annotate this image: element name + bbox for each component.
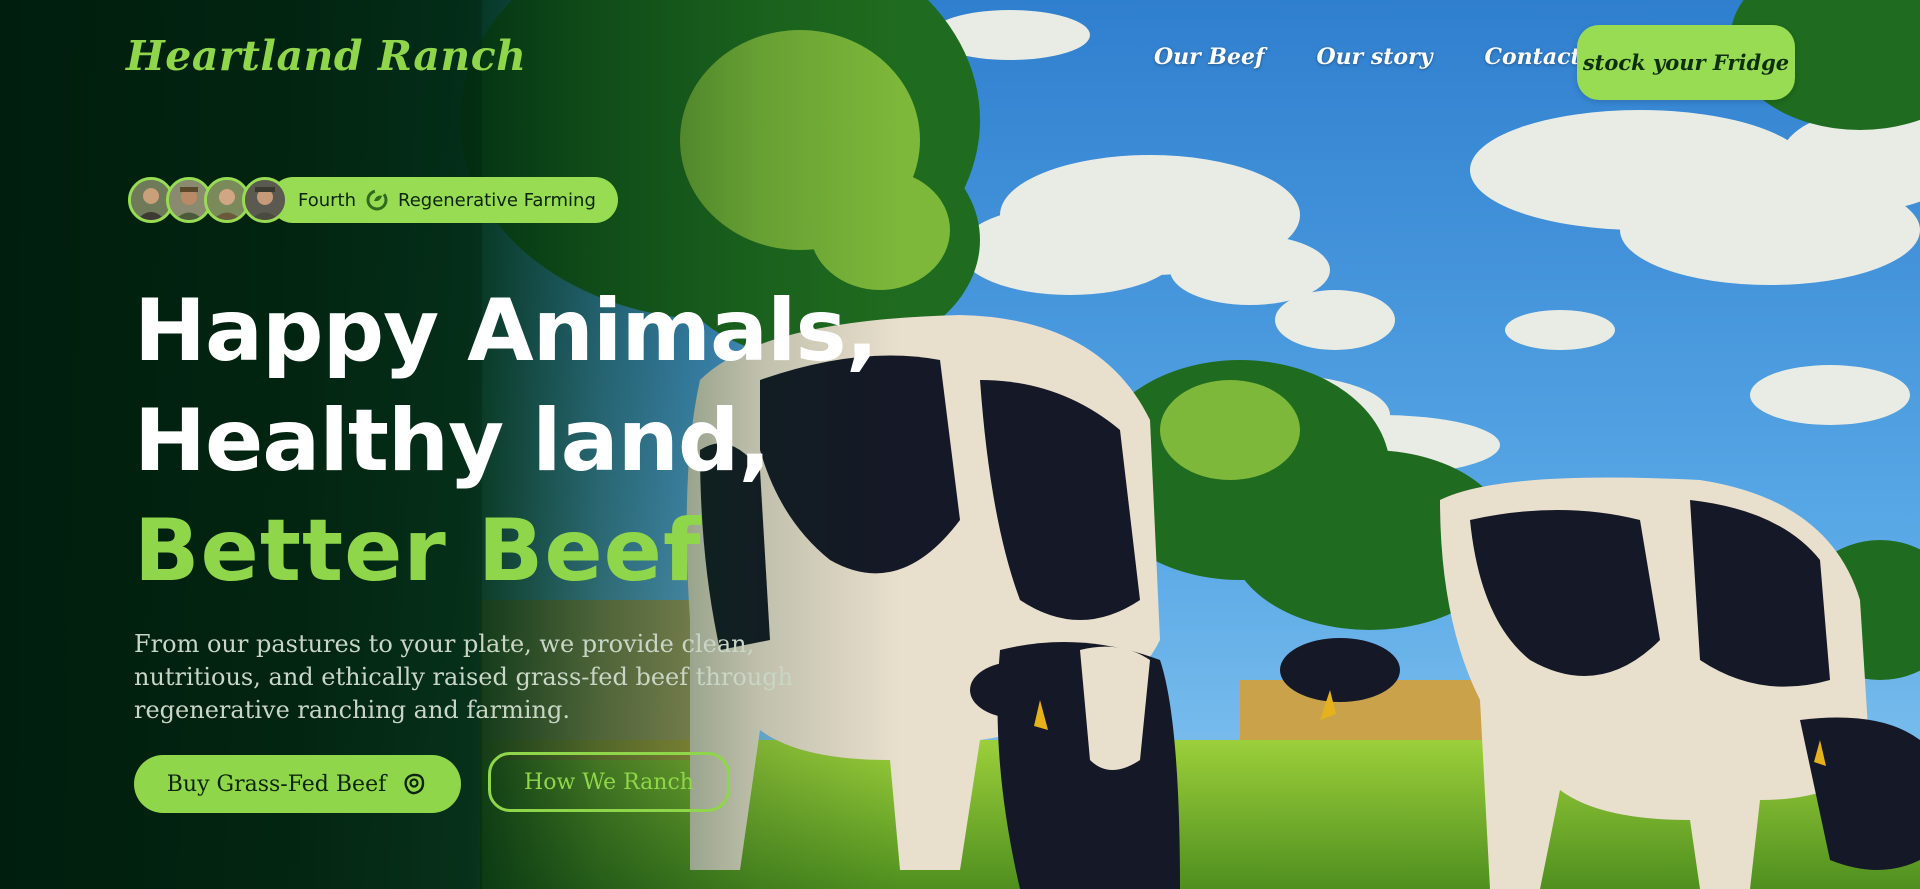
nav-item-our-beef[interactable]: Our Beef: [1154, 44, 1264, 70]
buy-beef-label: Buy Grass-Fed Beef: [166, 771, 387, 797]
main-nav: Our Beef Our story Contact: [1154, 44, 1581, 70]
headline-line-3: Better Beef: [134, 501, 702, 601]
nav-item-our-story[interactable]: Our story: [1316, 44, 1432, 70]
avatar: [242, 177, 288, 223]
badge-label-right: Regenerative Farming: [398, 189, 596, 211]
nav-item-contact[interactable]: Contact: [1484, 44, 1580, 70]
community-badge: Fourth Regenerative Farming: [128, 176, 618, 224]
badge-label-left: Fourth: [298, 189, 356, 211]
how-we-ranch-button[interactable]: How We Ranch: [488, 752, 730, 812]
badge-pill: Fourth Regenerative Farming: [270, 177, 618, 223]
buy-beef-button[interactable]: Buy Grass-Fed Beef: [134, 755, 461, 813]
headline-line-2: Healthy land,: [134, 391, 771, 491]
hero-headline: Happy Animals, Healthy land, Better Beef: [134, 276, 878, 606]
brand-logo[interactable]: Heartland Ranch: [126, 32, 526, 80]
hero-subtitle: From our pastures to your plate, we prov…: [134, 630, 794, 724]
leaf-recycle-icon: [366, 189, 388, 211]
farmer-avatars: [128, 177, 288, 223]
stock-fridge-button[interactable]: stock your Fridge: [1577, 25, 1795, 100]
steak-icon: [400, 770, 428, 798]
headline-line-1: Happy Animals,: [134, 281, 878, 381]
